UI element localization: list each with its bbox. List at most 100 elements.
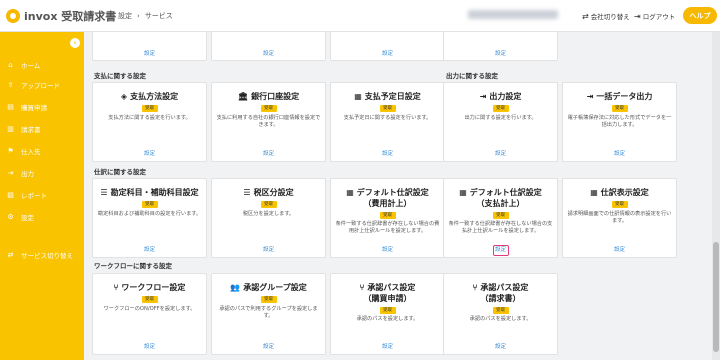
switch-company-icon: ⇄ xyxy=(582,11,589,21)
table-icon: ▦ xyxy=(346,188,354,197)
main-scrollbar[interactable] xyxy=(712,32,720,360)
card-title: 🏛 銀行口座設定 xyxy=(212,91,325,102)
card-title-line: 出力設定 xyxy=(489,92,522,101)
card-description: 支払方法に関する設定を行います。 xyxy=(108,115,191,121)
sidebar-item[interactable]: ▨ レポート xyxy=(6,190,47,200)
card-top-2: 設定 xyxy=(211,32,326,61)
card-approval-path-purchase: ⑂ 承認パス設定 （購買申請） 受取 承認のパスを設定します。 設定 xyxy=(330,273,445,355)
setting-link[interactable]: 設定 xyxy=(212,245,325,253)
card-description: 条件一致する仕訳辞書が存在しない場合の費用計上仕訳ルールを設定します。 xyxy=(335,221,440,234)
sidebar-item-label: 設定 xyxy=(21,214,34,222)
card-title-line: 支払方法設定 xyxy=(130,92,179,101)
sidebar-item-label: 出力 xyxy=(21,170,34,178)
card-title: ⑂ 承認パス設定 （請求書） xyxy=(444,282,557,304)
setting-link[interactable]: 設定 xyxy=(93,149,206,157)
setting-link[interactable]: 設定 xyxy=(212,342,325,350)
switch-company-button[interactable]: ⇄ 会社切り替え xyxy=(582,11,630,22)
card-title: ⑂ ワークフロー設定 xyxy=(93,282,206,293)
setting-link[interactable]: 設定 xyxy=(563,149,676,157)
bank-icon: 🏛 xyxy=(237,92,249,101)
setting-link[interactable]: 設定 xyxy=(212,149,325,157)
calendar-icon: ▦ xyxy=(354,92,362,101)
setting-link[interactable]: 設定 xyxy=(93,342,206,350)
section-output: 出力に関する設定 xyxy=(446,72,498,80)
card-title-line: （請求書） xyxy=(480,294,521,303)
card-tax-category: ☰ 税区分設定 受取 税区分を設定します。 設定 xyxy=(211,178,326,258)
table-icon: ▦ xyxy=(590,188,598,197)
breadcrumb-settings[interactable]: 設定 xyxy=(118,12,132,20)
card-description: 条件一致する仕訳辞書が存在しない場合の支払計上仕訳ルールを設定します。 xyxy=(448,221,553,234)
card-title-line: 税区分設定 xyxy=(253,188,294,197)
purchase-request-icon: ▤ xyxy=(7,103,14,111)
sidebar-item[interactable]: ⇪ アップロード xyxy=(6,80,60,90)
card-title-line: 承認グループ設定 xyxy=(243,283,307,292)
card-title: ☰ 勘定科目・補助科目設定 xyxy=(93,187,206,198)
breadcrumb-separator: › xyxy=(137,12,140,20)
setting-link[interactable]: 設定 xyxy=(331,245,444,253)
sidebar-item[interactable]: ⚑ 仕入先 xyxy=(6,146,41,156)
sidebar-item-label: サービス切り替え xyxy=(21,252,73,260)
setting-link[interactable]: 設定 xyxy=(93,49,206,57)
sidebar-item[interactable]: ⌂ ホーム xyxy=(6,60,40,70)
card-top-4: 設定 xyxy=(443,32,558,61)
setting-link[interactable]: 設定 xyxy=(212,49,325,57)
card-title-line: 一括データ出力 xyxy=(596,92,653,101)
settings-icon: ⚙ xyxy=(7,213,14,221)
setting-link[interactable]: 設定 xyxy=(563,245,676,253)
card-title-line: 支払予定日設定 xyxy=(364,92,421,101)
card-title: 👥 承認グループ設定 xyxy=(212,282,325,293)
service-badge: 受取 xyxy=(379,307,396,314)
card-title-line: 銀行口座設定 xyxy=(251,92,300,101)
card-description: 支払予定日に関する設定を行います。 xyxy=(343,115,432,121)
card-workflow: ⑂ ワークフロー設定 受取 ワークフローのON/OFFを設定します。 設定 xyxy=(92,273,207,355)
logout-button[interactable]: ⇥ ログアウト xyxy=(634,11,675,22)
app-logo[interactable]: invox 受取請求書 xyxy=(6,8,116,24)
card-bank-account: 🏛 銀行口座設定 受取 支払に利用する自社の銀行口座情報を設定できます。 設定 xyxy=(211,82,326,162)
help-button[interactable]: ヘルプ xyxy=(683,7,717,24)
card-description: 出力に関する設定を行います。 xyxy=(464,115,537,121)
card-description: 請求明細画面での仕訳情報の表示設定を行います。 xyxy=(567,211,672,224)
setting-link[interactable]: 設定 xyxy=(331,149,444,157)
sidebar-item[interactable]: ⚙ 設定 xyxy=(6,212,34,222)
logo-icon xyxy=(6,9,20,23)
export-icon: ⇥ xyxy=(586,92,594,101)
section-payment: 支払に関する設定 xyxy=(94,72,146,80)
card-description: 電子帳簿保存法に対応した形式でデータを一括出力します。 xyxy=(567,115,672,128)
scrollbar-thumb[interactable] xyxy=(713,242,719,352)
card-payment-method: ◈ 支払方法設定受取支払方法に関する設定を行います。設定 xyxy=(92,82,207,162)
service-badge: 受取 xyxy=(611,105,628,112)
sidebar-item[interactable]: ▥ 請求書 xyxy=(6,124,41,134)
card-description: 税区分を設定します。 xyxy=(242,211,295,217)
sidebar-item[interactable]: ⇥ 出力 xyxy=(6,168,34,178)
card-account-items: ☰ 勘定科目・補助科目設定 受取 勘定科目および補助科目の設定を行います。 設定 xyxy=(92,178,207,258)
service-badge: 受取 xyxy=(141,105,158,112)
setting-link[interactable]: 設定 xyxy=(93,245,206,253)
sidebar-item[interactable]: ⇄ サービス切り替え xyxy=(6,250,73,260)
setting-link[interactable]: 設定 xyxy=(444,49,557,57)
invoice-icon: ▥ xyxy=(7,125,14,133)
sidebar-item[interactable]: ▤ 購買申請 xyxy=(6,102,47,112)
setting-link[interactable]: 設定 xyxy=(331,49,444,57)
path-icon: ⑂ xyxy=(359,283,365,292)
logout-icon: ⇥ xyxy=(634,11,641,21)
list-icon: ☰ xyxy=(100,188,108,197)
report-icon: ▨ xyxy=(7,191,14,199)
service-badge: 受取 xyxy=(492,105,509,112)
sidebar-item-label: ホーム xyxy=(21,62,41,70)
home-icon: ⌂ xyxy=(8,61,13,69)
card-title-line: （支払計上） xyxy=(476,199,525,208)
service-badge: 受取 xyxy=(260,296,277,303)
setting-link[interactable]: 設定 xyxy=(444,342,557,350)
setting-link[interactable]: 設定 xyxy=(331,342,444,350)
card-payment-schedule: ▦ 支払予定日設定 受取 支払予定日に関する設定を行います。 設定 xyxy=(330,82,445,162)
sidebar-item-label: 請求書 xyxy=(21,126,41,134)
service-badge: 受取 xyxy=(260,105,277,112)
setting-link[interactable]: 設定 xyxy=(444,149,557,157)
card-journal-default-expense: ▦ デフォルト仕訳設定 （費用計上） 受取 条件一致する仕訳辞書が存在しない場合の費用計… xyxy=(330,178,445,258)
sidebar-toggle-icon[interactable]: ‹ xyxy=(70,38,80,48)
sidebar-item-label: 仕入先 xyxy=(21,148,41,156)
shield-icon: ◈ xyxy=(120,92,128,101)
breadcrumb: 設定 › サービス xyxy=(118,11,178,21)
setting-link[interactable]: 設定 xyxy=(492,245,509,256)
sidebar-item-label: レポート xyxy=(21,192,47,200)
